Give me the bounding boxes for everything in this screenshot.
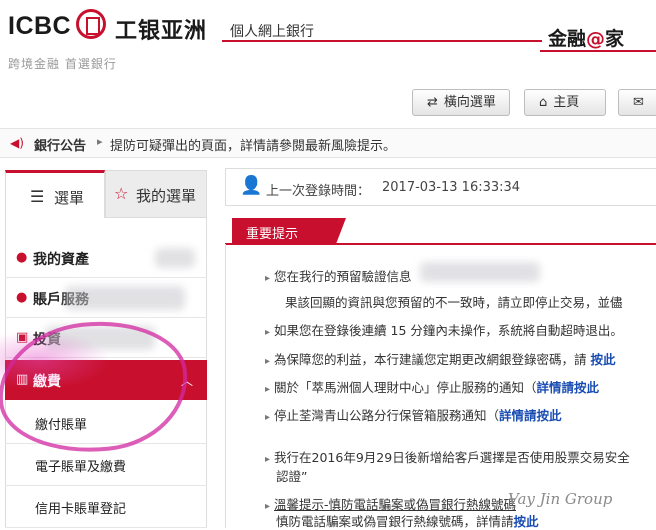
speaker-icon: ◀) bbox=[10, 136, 24, 150]
bullet-icon: ▸ bbox=[265, 273, 271, 284]
last-login-box: 👤 上一次登錄時間： 2017-03-13 16:33:34 bbox=[225, 168, 656, 206]
brand-post: 家 bbox=[605, 28, 625, 50]
notice-text: 認證” bbox=[276, 469, 308, 484]
triangle-right-icon: ▸ bbox=[97, 135, 103, 148]
watermark: Vay Jin Group bbox=[508, 490, 613, 508]
bank-slogan: 跨境金融 首選銀行 bbox=[8, 57, 117, 71]
sidebar-item-label: 我的資產 bbox=[33, 252, 89, 268]
tab-my-menu[interactable]: ☆ 我的選單 bbox=[105, 170, 207, 218]
money-bag-icon: ● bbox=[16, 250, 28, 265]
list-icon: ☰ bbox=[30, 187, 45, 206]
ebank-title: 個人網上銀行 bbox=[230, 24, 314, 40]
home-label: 主頁 bbox=[553, 95, 580, 110]
icbc-logo-text: ICBC bbox=[8, 12, 72, 40]
brand-logo: 金融@家 bbox=[548, 24, 624, 51]
submenu-label: 信用卡賬單登記 bbox=[35, 502, 127, 517]
icbc-emblem-icon bbox=[76, 9, 106, 39]
bullet-icon: ▸ bbox=[265, 501, 271, 512]
tab-menu-label: 選單 bbox=[54, 189, 85, 207]
user-icon: 👤 bbox=[240, 175, 263, 196]
announcement-bar: ◀) 銀行公告 ▸ 提防可疑彈出的頁面，詳情請參閱最新風險提示。 bbox=[0, 128, 656, 158]
notice-link[interactable]: 詳情請按此 bbox=[537, 380, 600, 395]
brand-at: @ bbox=[586, 28, 606, 50]
bullet-icon: ▸ bbox=[265, 356, 271, 367]
bullet-icon: ▸ bbox=[265, 327, 271, 338]
last-login-time: 2017-03-13 16:33:34 bbox=[382, 180, 521, 195]
submenu-credit-card-bill[interactable]: 信用卡賬單登記 bbox=[5, 486, 207, 528]
bullet-icon: ▸ bbox=[265, 454, 271, 465]
home-button[interactable]: ⌂ 主頁 bbox=[524, 89, 606, 116]
notice-text: 您在我行的預留驗證信息 bbox=[274, 269, 412, 284]
notice-tab-slash bbox=[336, 218, 346, 244]
notice-text[interactable]: 溫馨提示-慎防電話騙案或偽冒銀行熱線號碼 bbox=[274, 497, 516, 512]
notice-line: ▸ 停止荃灣青山公路分行保管箱服務通知（詳情請按此 bbox=[265, 405, 562, 424]
notice-line: ▸ 如果您在登錄後連續 15 分鐘內未操作，系統將自動超時退出。 bbox=[265, 320, 623, 339]
notice-link[interactable]: 按此 bbox=[591, 352, 616, 367]
arrows-icon: ⇄ bbox=[427, 95, 438, 110]
notice-line: ▸ 為保障您的利益，本行建議您定期更改網銀登錄密碼，請 按此 bbox=[265, 349, 616, 368]
horizontal-menu-button[interactable]: ⇄ 橫向選單 bbox=[412, 89, 510, 116]
star-icon: ☆ bbox=[114, 184, 129, 203]
submenu-label: 電子賬單及繳費 bbox=[35, 460, 127, 475]
last-login-label: 上一次登錄時間： bbox=[266, 184, 371, 199]
user-icon: ● bbox=[16, 290, 28, 305]
tab-menu[interactable]: ☰ 選單 bbox=[5, 170, 105, 218]
notice-line: ▸ 關於「萃馬洲個人理財中心」停止服務的通知（詳情請按此 bbox=[265, 377, 599, 396]
notice-line: 慎防電話騙案或偽冒銀行熱線號碼，詳情請按此 bbox=[276, 511, 539, 530]
notice-tab: 重要提示 bbox=[232, 218, 336, 244]
home-icon: ⌂ bbox=[539, 95, 548, 110]
tab-my-menu-label: 我的選單 bbox=[136, 187, 197, 205]
notice-link[interactable]: 按此 bbox=[514, 514, 539, 529]
notice-text: 我行在2016年9月29日後新增給客戶選擇是否使用股票交易安全 bbox=[274, 450, 630, 465]
bullet-icon: ▸ bbox=[265, 412, 271, 423]
notice-title: 重要提示 bbox=[246, 227, 299, 242]
mail-button[interactable]: ✉ bbox=[618, 89, 656, 116]
sidebar-item-account-services[interactable]: ● 賬戶服務 bbox=[5, 278, 207, 318]
announcement-label: 銀行公告 bbox=[34, 139, 87, 154]
notice-line: ▸ 您在我行的預留驗證信息 bbox=[265, 266, 412, 285]
mail-icon: ✉ bbox=[633, 95, 644, 110]
announcement-text[interactable]: 提防可疑彈出的頁面，詳情請參閱最新風險提示。 bbox=[110, 135, 396, 154]
brand-pre: 金融 bbox=[548, 28, 587, 50]
notice-text: 停止荃灣青山公路分行保管箱服務通知（ bbox=[274, 408, 500, 423]
notice-text: 為保障您的利益，本行建議您定期更改網銀登錄密碼，請 bbox=[274, 352, 587, 367]
sidebar-item-assets[interactable]: ● 我的資產 bbox=[5, 238, 207, 278]
horizontal-menu-label: 橫向選單 bbox=[443, 95, 496, 110]
bank-name: 工银亚洲 bbox=[115, 19, 208, 44]
notice-line: 果該回顯的資訊與您預留的不一致時，請立即停止交易，並儘 bbox=[285, 292, 623, 311]
notice-text: 慎防電話騙案或偽冒銀行熱線號碼，詳情請 bbox=[276, 514, 514, 529]
notice-line: ▸ 我行在2016年9月29日後新增給客戶選擇是否使用股票交易安全 bbox=[265, 447, 630, 466]
notice-link[interactable]: 詳情請按此 bbox=[499, 408, 562, 423]
notice-text: 如果您在登錄後連續 15 分鐘內未操作，系統將自動超時退出。 bbox=[274, 323, 623, 338]
bullet-icon: ▸ bbox=[265, 384, 271, 395]
notice-line: 認證” bbox=[276, 466, 307, 485]
notice-text: 果該回顯的資訊與您預留的不一致時，請立即停止交易，並儘 bbox=[285, 295, 623, 310]
brand-divider bbox=[540, 50, 656, 52]
header-divider bbox=[222, 40, 542, 42]
notice-text: 關於「萃馬洲個人理財中心」停止服務的通知（ bbox=[274, 380, 537, 395]
